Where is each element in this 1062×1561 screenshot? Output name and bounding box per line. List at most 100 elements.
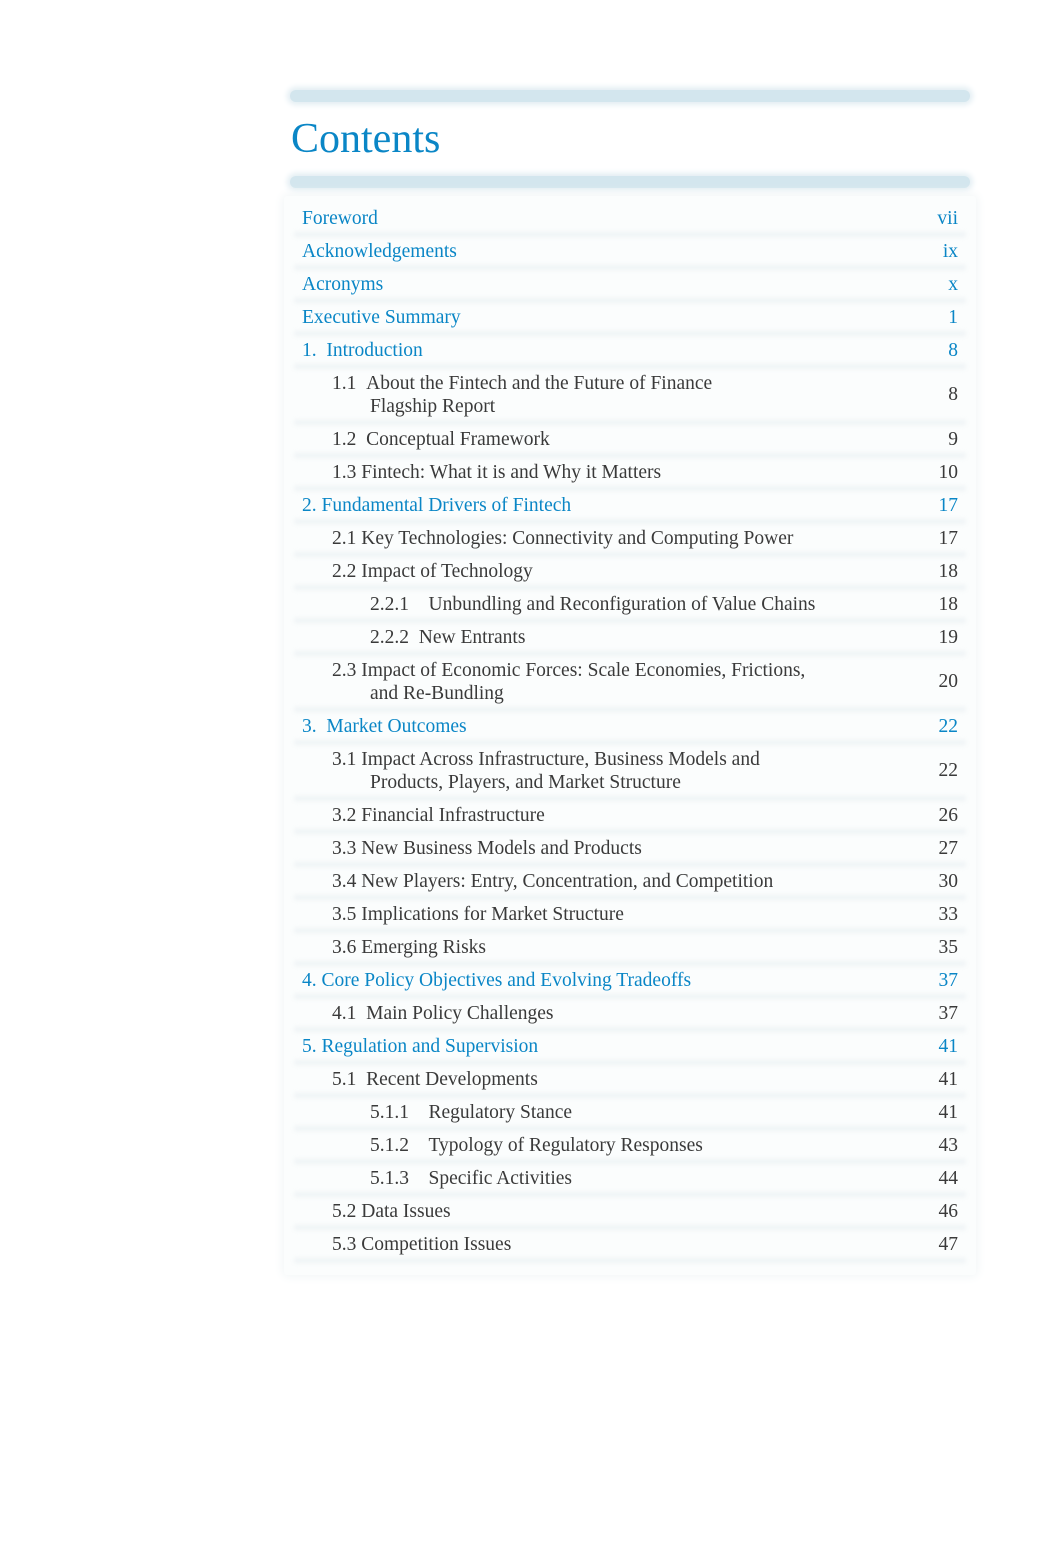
page-number: ix [942, 240, 958, 262]
toc-entry[interactable]: 5. Regulation and Supervision 41 [288, 1030, 972, 1063]
toc-entry[interactable]: 2.2 Impact of Technology 18 [288, 555, 972, 588]
section-number: 5.1.2 [370, 1135, 429, 1156]
toc-entry[interactable]: 2.2.1 Unbundling and Reconfiguration of … [288, 588, 972, 621]
section-title: New Entrants [418, 627, 526, 648]
table-of-contents: Foreword vii Acknowledgements ix Acronyms x Ex… [284, 196, 976, 1275]
toc-entry-title-line: 2.2.1 Unbundling and Reconfiguration of … [370, 593, 828, 616]
toc-entry-title-line: 4.1 Main Policy Challenges [332, 1002, 828, 1025]
page-number: 43 [938, 1134, 959, 1156]
toc-entry-title-line: 5.1.1 Regulatory Stance [370, 1101, 828, 1124]
toc-entry[interactable]: 3.2 Financial Infrastructure 26 [288, 799, 972, 832]
section-title: Data Issues [361, 1201, 451, 1222]
toc-entry-title-line: 2.2 Impact of Technology [332, 560, 828, 583]
toc-entry-label: 4. Core Policy Objectives and Evolving T… [302, 969, 898, 992]
toc-entry[interactable]: 3.1 Impact Across Infrastructure, Busine… [288, 743, 972, 799]
toc-entry-title-line: 5. Regulation and Supervision [302, 1035, 828, 1058]
toc-entry[interactable]: 4. Core Policy Objectives and Evolving T… [288, 964, 972, 997]
toc-entry[interactable]: 1. Introduction 8 [288, 334, 972, 367]
toc-entry-label: 5.1 Recent Developments [332, 1068, 898, 1091]
toc-entry[interactable]: 1.3 Fintech: What it is and Why it Matte… [288, 456, 972, 489]
toc-entry-title-line: Acronyms [302, 273, 828, 296]
section-title: Acronyms [302, 274, 384, 295]
toc-entry[interactable]: Foreword vii [288, 202, 972, 235]
toc-entry[interactable]: 5.1.2 Typology of Regulatory Responses 43 [288, 1129, 972, 1162]
toc-entry[interactable]: 1.2 Conceptual Framework 9 [288, 423, 972, 456]
toc-entry-title-line: 2. Fundamental Drivers of Fintech [302, 494, 828, 517]
section-title: Regulatory Stance [428, 1102, 573, 1123]
section-number: 5.3 [332, 1234, 362, 1255]
toc-entry[interactable]: Executive Summary 1 [288, 301, 972, 334]
section-number: 2.3 [332, 660, 362, 681]
section-number: 3.2 [332, 805, 362, 826]
section-number: 2.2.2 [370, 627, 419, 648]
toc-entry-title-line: 3.5 Implications for Market Structure [332, 903, 828, 926]
page-number: 41 [938, 1035, 959, 1057]
toc-entry-title-line: 1. Introduction [302, 339, 828, 362]
toc-entry[interactable]: 3.6 Emerging Risks 35 [288, 931, 972, 964]
toc-entry[interactable]: 5.3 Competition Issues 47 [288, 1228, 972, 1261]
toc-entry-title-line: 3.3 New Business Models and Products [332, 837, 828, 860]
toc-entry-label: 5.1.1 Regulatory Stance [370, 1101, 898, 1124]
section-number: 1.2 [332, 429, 367, 450]
toc-entry-title-line: 2.3 Impact of Economic Forces: Scale Eco… [332, 659, 828, 682]
toc-entry-title-line: 3. Market Outcomes [302, 715, 828, 738]
page-number: 30 [938, 870, 959, 892]
page-number: vii [937, 207, 958, 229]
toc-entry-label: 1.3 Fintech: What it is and Why it Matte… [332, 461, 898, 484]
section-title: Emerging Risks [361, 937, 487, 958]
page-number: 17 [938, 527, 959, 549]
toc-entry[interactable]: 3. Market Outcomes 22 [288, 710, 972, 743]
toc-entry-title-line: 5.2 Data Issues [332, 1200, 828, 1223]
section-number: 5.1.3 [370, 1168, 429, 1189]
section-number: 5.1 [332, 1069, 367, 1090]
toc-entry[interactable]: 4.1 Main Policy Challenges 37 [288, 997, 972, 1030]
toc-entry-title-line: 1.3 Fintech: What it is and Why it Matte… [332, 461, 828, 484]
toc-entry-title-line: 5.3 Competition Issues [332, 1233, 828, 1256]
toc-entry-title-line: 1.2 Conceptual Framework [332, 428, 828, 451]
toc-entry[interactable]: 5.1.1 Regulatory Stance 41 [288, 1096, 972, 1129]
toc-entry-label: 2.1 Key Technologies: Connectivity and C… [332, 527, 898, 550]
toc-entry-label: 5.2 Data Issues [332, 1200, 898, 1223]
section-title: Typology of Regulatory Responses [428, 1135, 703, 1156]
toc-entry-label: 1.2 Conceptual Framework [332, 428, 898, 451]
toc-entry-label: 2.2 Impact of Technology [332, 560, 898, 583]
toc-entry[interactable]: 2. Fundamental Drivers of Fintech 17 [288, 489, 972, 522]
toc-entry[interactable]: 2.2.2 New Entrants 19 [288, 621, 972, 654]
toc-entry-label: 5.1.3 Specific Activities [370, 1167, 898, 1190]
section-number: 1.3 [332, 462, 362, 483]
toc-entry[interactable]: 5.1.3 Specific Activities 44 [288, 1162, 972, 1195]
page-number: 19 [938, 626, 959, 648]
page-number: 27 [938, 837, 959, 859]
toc-entry[interactable]: Acknowledgements ix [288, 235, 972, 268]
section-number: 4.1 [332, 1003, 367, 1024]
section-title: Acknowledgements [302, 241, 457, 262]
section-title: Recent Developments [366, 1069, 538, 1090]
toc-entry[interactable]: 1.1 About the Fintech and the Future of … [288, 367, 972, 423]
toc-entry[interactable]: 3.5 Implications for Market Structure 33 [288, 898, 972, 931]
section-number: 1.1 [332, 373, 367, 394]
toc-entry[interactable]: 3.4 New Players: Entry, Concentration, a… [288, 865, 972, 898]
toc-entry-title-line: 5.1 Recent Developments [332, 1068, 828, 1091]
section-number: 3.3 [332, 838, 362, 859]
toc-entry[interactable]: 5.2 Data Issues 46 [288, 1195, 972, 1228]
section-number: 3.4 [332, 871, 362, 892]
toc-entry[interactable]: Acronyms x [288, 268, 972, 301]
section-number: 5. [302, 1036, 322, 1057]
toc-entry[interactable]: 2.3 Impact of Economic Forces: Scale Eco… [288, 654, 972, 710]
section-number: 4. [302, 970, 322, 991]
toc-entry-label: 1. Introduction [302, 339, 898, 362]
toc-entry[interactable]: 2.1 Key Technologies: Connectivity and C… [288, 522, 972, 555]
toc-entry[interactable]: 3.3 New Business Models and Products 27 [288, 832, 972, 865]
section-title: New Players: Entry, Concentration, and C… [361, 871, 774, 892]
page-number: 26 [938, 804, 959, 826]
section-title: Fintech: What it is and Why it Matters [361, 462, 662, 483]
section-title: Core Policy Objectives and Evolving Trad… [321, 970, 692, 991]
toc-entry[interactable]: 5.1 Recent Developments 41 [288, 1063, 972, 1096]
section-title: Implications for Market Structure [361, 904, 624, 925]
toc-entry-label: 3.3 New Business Models and Products [332, 837, 898, 860]
section-title: Fundamental Drivers of Fintech [321, 495, 572, 516]
section-title: New Business Models and Products [361, 838, 642, 859]
toc-entry-label: 3.5 Implications for Market Structure [332, 903, 898, 926]
section-number: 3.6 [332, 937, 362, 958]
section-number: 3.1 [332, 749, 362, 770]
